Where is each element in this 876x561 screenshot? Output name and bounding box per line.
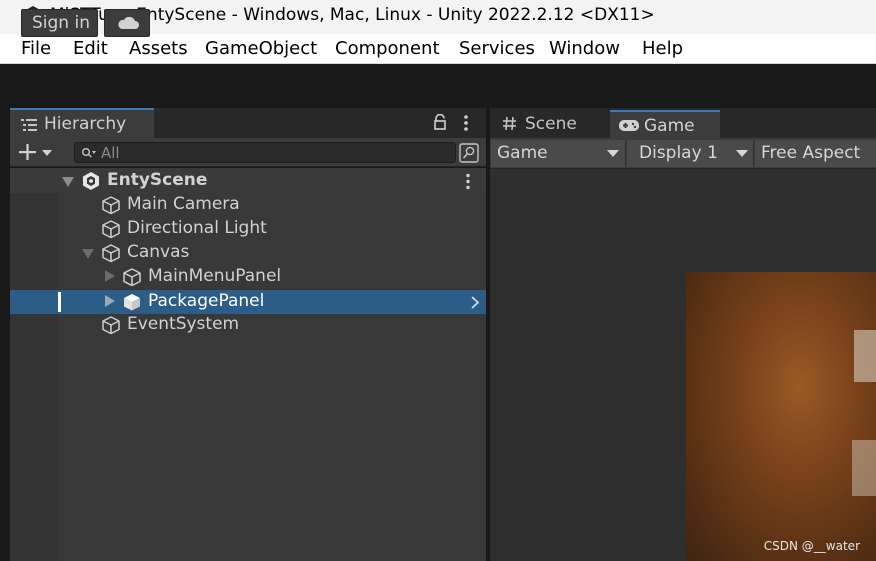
- tab-hierarchy[interactable]: Hierarchy: [10, 108, 154, 138]
- tree-item-packagepanel[interactable]: PackagePanel: [10, 290, 486, 314]
- tree-item-label: Canvas: [127, 242, 190, 262]
- tab-game-label: Game: [644, 116, 695, 136]
- game-render-image: [686, 272, 876, 561]
- gameobject-cube-icon: [124, 294, 140, 311]
- tab-scene[interactable]: Scene: [492, 110, 606, 138]
- gameobject-cube-icon: [102, 196, 120, 215]
- dropdown-caret-icon: [607, 150, 619, 157]
- hierarchy-list-icon: [21, 119, 37, 131]
- gameobject-cube-icon: [102, 244, 120, 263]
- scene-name: EntyScene: [107, 170, 208, 190]
- tree-item-label: Main Camera: [127, 194, 240, 214]
- menu-file[interactable]: File: [21, 38, 51, 59]
- cloud-icon: [118, 16, 139, 29]
- watermark: CSDN @__water: [763, 539, 860, 553]
- unity-scene-icon: [83, 172, 99, 190]
- tree-item-label: PackagePanel: [148, 291, 265, 311]
- menu-assets[interactable]: Assets: [129, 38, 188, 59]
- grid-hash-icon: [503, 116, 516, 131]
- game-mode-value: Game: [497, 143, 548, 163]
- tree-item-canvas[interactable]: Canvas: [10, 241, 486, 265]
- gameobject-cube-icon: [102, 316, 120, 335]
- scene-header-row[interactable]: EntyScene: [10, 169, 486, 193]
- gamepad-icon: [619, 120, 639, 131]
- chevron-right-icon[interactable]: [470, 296, 480, 309]
- tree-item-eventsystem[interactable]: EventSystem: [10, 313, 486, 337]
- menu-component[interactable]: Component: [335, 38, 440, 59]
- game-ui-glyph: [854, 330, 876, 382]
- search-icon: [82, 148, 96, 158]
- menu-services[interactable]: Services: [459, 38, 535, 59]
- tree-item-label: MainMenuPanel: [148, 266, 282, 286]
- more-options-icon[interactable]: [463, 114, 469, 132]
- main-toolbar: [10, 64, 876, 106]
- search-by-type-icon[interactable]: [459, 143, 479, 163]
- tree-item-mainmenupanel[interactable]: MainMenuPanel: [10, 265, 486, 289]
- tab-game[interactable]: Game: [610, 110, 720, 138]
- menu-window[interactable]: Window: [549, 38, 620, 59]
- search-input[interactable]: [101, 143, 441, 162]
- aspect-value: Free Aspect: [761, 143, 861, 163]
- collapse-arrow-icon[interactable]: [62, 176, 74, 188]
- collapsed-arrow-icon[interactable]: [104, 270, 116, 282]
- sign-in-button[interactable]: Sign in: [21, 9, 98, 37]
- display-dropdown[interactable]: Display 1: [627, 140, 754, 167]
- tab-hierarchy-label: Hierarchy: [44, 114, 127, 134]
- dropdown-caret-icon: [736, 150, 748, 157]
- game-mode-dropdown[interactable]: Game: [491, 140, 626, 167]
- tab-scene-label: Scene: [525, 114, 577, 134]
- display-value: Display 1: [639, 143, 718, 163]
- sign-in-label: Sign in: [32, 13, 90, 33]
- left-window-edge: [0, 64, 10, 561]
- gameobject-cube-icon: [102, 220, 120, 239]
- expand-arrow-icon[interactable]: [82, 248, 94, 260]
- tree-item-label: EventSystem: [127, 314, 240, 334]
- gameobject-cube-icon: [123, 268, 141, 287]
- selection-marker: [58, 292, 61, 312]
- lock-icon[interactable]: [433, 114, 447, 131]
- hierarchy-search[interactable]: [74, 142, 456, 163]
- add-icon[interactable]: [18, 143, 56, 161]
- menu-edit[interactable]: Edit: [73, 38, 108, 59]
- menu-help[interactable]: Help: [642, 38, 683, 59]
- game-ui-glyph: [852, 440, 876, 496]
- tree-item-directional-light[interactable]: Directional Light: [10, 217, 486, 241]
- tree-item-main-camera[interactable]: Main Camera: [10, 193, 486, 217]
- cloud-button[interactable]: [104, 9, 150, 37]
- scene-menu-icon[interactable]: [465, 173, 471, 190]
- menu-bar: File Edit Assets GameObject Component Se…: [0, 34, 876, 64]
- menu-gameobject[interactable]: GameObject: [205, 38, 317, 59]
- collapsed-arrow-icon[interactable]: [104, 295, 116, 307]
- aspect-dropdown[interactable]: Free Aspect: [755, 140, 876, 167]
- tree-item-label: Directional Light: [127, 218, 267, 238]
